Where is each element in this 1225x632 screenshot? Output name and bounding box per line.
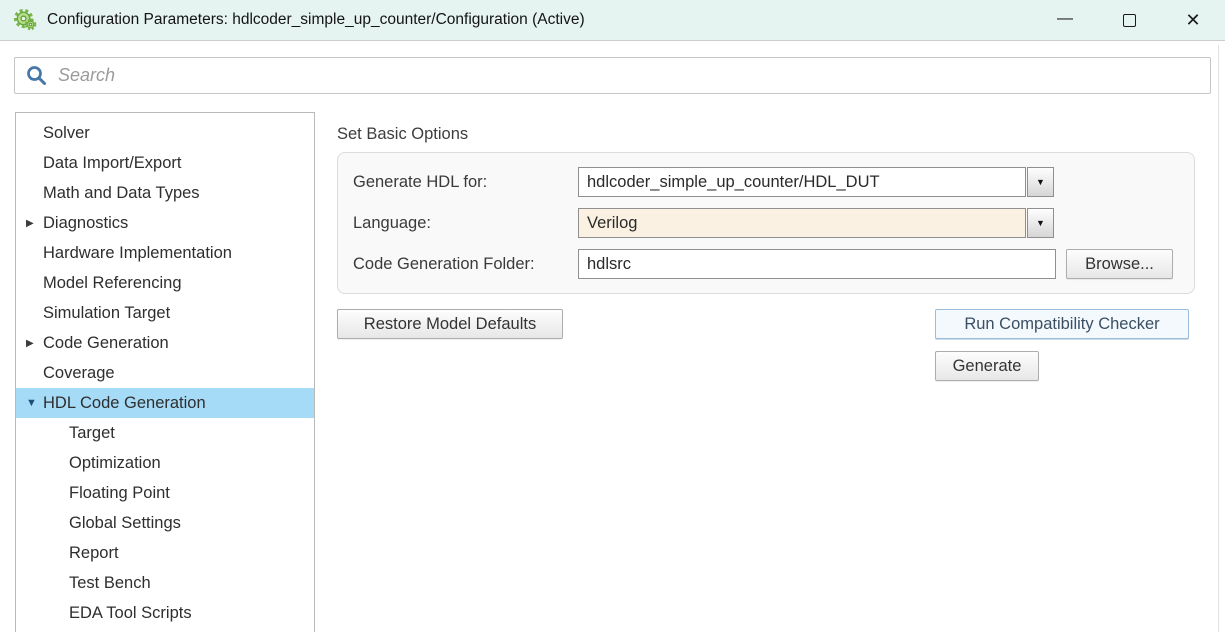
generate-hdl-for-dropdown-button[interactable]: ▼: [1027, 167, 1054, 197]
close-icon: ✕: [1185, 10, 1200, 31]
language-row: Language: ▼: [353, 208, 1054, 238]
restore-model-defaults-button[interactable]: Restore Model Defaults: [337, 309, 563, 339]
sidebar-item-label: Code Generation: [43, 334, 169, 353]
basic-options-group: Generate HDL for: ▼ Language: ▼ Code Gen…: [337, 152, 1195, 294]
sidebar-item-report[interactable]: Report: [16, 538, 314, 568]
sidebar-item-optimization[interactable]: Optimization: [16, 448, 314, 478]
configuration-gear-icon: [13, 8, 37, 32]
sidebar-item-label: Report: [69, 544, 119, 563]
language-label: Language:: [353, 214, 578, 233]
browse-button-label: Browse...: [1085, 255, 1154, 274]
chevron-down-icon: ▼: [1036, 177, 1045, 187]
sidebar-item-simulation-target[interactable]: Simulation Target: [16, 298, 314, 328]
sidebar-item-model-referencing[interactable]: Model Referencing: [16, 268, 314, 298]
sidebar-item-label: Target: [69, 424, 115, 443]
chevron-down-icon[interactable]: ▼: [26, 397, 43, 409]
sidebar-item-test-bench[interactable]: Test Bench: [16, 568, 314, 598]
restore-button-label: Restore Model Defaults: [364, 315, 536, 334]
sidebar-item-label: EDA Tool Scripts: [69, 604, 192, 623]
sidebar-item-label: HDL Code Generation: [43, 394, 206, 413]
window-title: Configuration Parameters: hdlcoder_simpl…: [47, 11, 585, 29]
generate-hdl-for-row: Generate HDL for: ▼: [353, 167, 1054, 197]
search-icon: [25, 64, 49, 88]
sidebar-item-eda-tool-scripts[interactable]: EDA Tool Scripts: [16, 598, 314, 628]
chevron-right-icon[interactable]: ▶: [26, 218, 43, 229]
chevron-down-icon: ▼: [1036, 218, 1045, 228]
language-combobox[interactable]: [578, 208, 1026, 238]
sidebar-item-label: Hardware Implementation: [43, 244, 232, 263]
generate-button[interactable]: Generate: [935, 351, 1039, 381]
code-generation-folder-row: Code Generation Folder: Browse...: [353, 249, 1173, 279]
sidebar-item-label: Optimization: [69, 454, 161, 473]
search-bar: [14, 57, 1211, 94]
minimize-button[interactable]: —: [1033, 0, 1097, 41]
code-generation-folder-label: Code Generation Folder:: [353, 255, 578, 274]
page-title: Set Basic Options: [337, 125, 468, 144]
sidebar-item-coverage[interactable]: Coverage: [16, 358, 314, 388]
configuration-tree: Solver Data Import/Export Math and Data …: [15, 112, 315, 632]
sidebar-item-math-and-data-types[interactable]: Math and Data Types: [16, 178, 314, 208]
title-bar: Configuration Parameters: hdlcoder_simpl…: [0, 0, 1225, 41]
sidebar-item-code-generation[interactable]: ▶ Code Generation: [16, 328, 314, 358]
chevron-right-icon[interactable]: ▶: [26, 338, 43, 349]
sidebar-item-label: Test Bench: [69, 574, 151, 593]
run-compatibility-checker-button[interactable]: Run Compatibility Checker: [935, 309, 1189, 339]
sidebar-item-hdl-code-generation[interactable]: ▼ HDL Code Generation: [16, 388, 314, 418]
sidebar-item-label: Math and Data Types: [43, 184, 200, 203]
generate-button-label: Generate: [953, 357, 1022, 376]
maximize-button[interactable]: [1097, 0, 1161, 41]
sidebar-item-label: Solver: [43, 124, 90, 143]
sidebar-item-label: Coverage: [43, 364, 115, 383]
sidebar-item-diagnostics[interactable]: ▶ Diagnostics: [16, 208, 314, 238]
language-dropdown-button[interactable]: ▼: [1027, 208, 1054, 238]
sidebar-item-label: Model Referencing: [43, 274, 182, 293]
sidebar-item-solver[interactable]: Solver: [16, 118, 314, 148]
sidebar-item-hardware-implementation[interactable]: Hardware Implementation: [16, 238, 314, 268]
sidebar-item-global-settings[interactable]: Global Settings: [16, 508, 314, 538]
sidebar-item-label: Diagnostics: [43, 214, 128, 233]
sidebar-item-label: Floating Point: [69, 484, 170, 503]
search-input[interactable]: [49, 58, 1210, 93]
sidebar-item-floating-point[interactable]: Floating Point: [16, 478, 314, 508]
generate-hdl-for-label: Generate HDL for:: [353, 173, 578, 192]
maximize-icon: [1123, 14, 1136, 27]
run-checker-button-label: Run Compatibility Checker: [964, 315, 1159, 334]
sidebar-item-label: Simulation Target: [43, 304, 170, 323]
sidebar-item-data-import-export[interactable]: Data Import/Export: [16, 148, 314, 178]
browse-button[interactable]: Browse...: [1066, 249, 1173, 279]
sidebar-item-label: Data Import/Export: [43, 154, 181, 173]
sidebar-item-target[interactable]: Target: [16, 418, 314, 448]
code-generation-folder-input[interactable]: [578, 249, 1056, 279]
sidebar-item-label: Global Settings: [69, 514, 181, 533]
window-controls: — ✕: [1033, 0, 1225, 41]
close-button[interactable]: ✕: [1161, 0, 1225, 41]
window-right-edge: [1218, 45, 1219, 632]
generate-hdl-for-combobox[interactable]: [578, 167, 1026, 197]
